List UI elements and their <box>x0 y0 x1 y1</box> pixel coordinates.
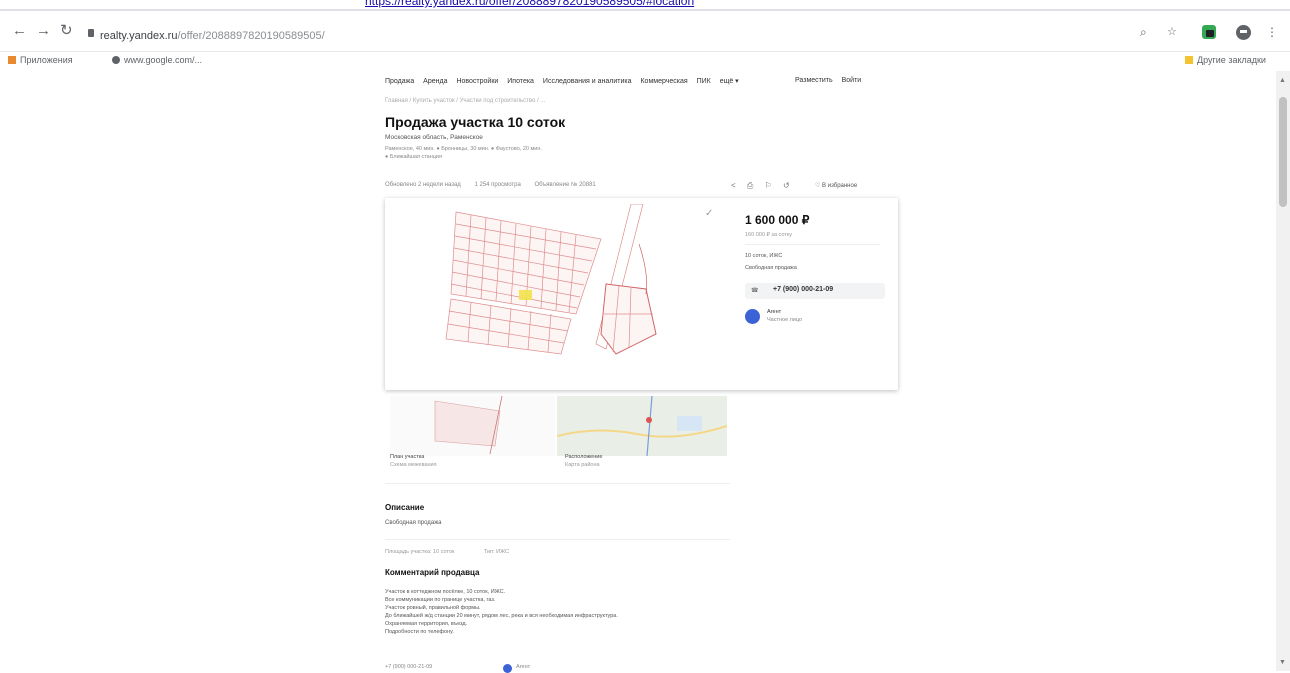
comment-heading: Комментарий продавца <box>385 568 480 577</box>
nav-item[interactable]: ещё ▾ <box>720 78 739 85</box>
browser-toolbar: ← → ↻ realty.yandex.ru/offer/20888978201… <box>0 11 1290 52</box>
place-ad-link[interactable]: Разместить <box>795 77 833 84</box>
map-thumbnail[interactable] <box>556 395 728 457</box>
description-text: Свободная продажа <box>385 520 442 526</box>
nav-item[interactable]: ПИК <box>697 78 711 85</box>
extension-icon[interactable] <box>1202 25 1216 39</box>
listing-card: ✓ 1 600 000 ₽ 160 000 ₽ за сотку 10 сото… <box>385 198 898 390</box>
avatar[interactable] <box>745 309 760 324</box>
google-icon <box>112 56 120 64</box>
page-title: Продажа участка 10 соток <box>385 114 566 130</box>
comment-line: Подробности по телефону. <box>385 629 454 635</box>
bottom-phone[interactable]: +7 (900) 000-21-09 <box>385 664 432 670</box>
bookmark-star-icon[interactable]: ☆ <box>1167 25 1177 38</box>
url-host: realty.yandex.ru <box>100 30 178 42</box>
show-phone-button[interactable]: ☎ +7 (900) 000-21-09 <box>745 283 885 299</box>
seller-type: Частное лицо <box>767 317 803 323</box>
report-icon[interactable]: ⚐ <box>765 181 772 190</box>
share-icon[interactable]: < <box>731 181 736 190</box>
property-area: Площадь участка: 10 соток <box>385 549 455 555</box>
description-heading: Описание <box>385 503 425 512</box>
thumbnail-label: Расположение <box>565 454 603 460</box>
url-link[interactable]: https://realty.yandex.ru/offer/208889782… <box>365 0 694 8</box>
avatar[interactable] <box>503 664 512 673</box>
seller-name[interactable]: Агент <box>767 309 781 315</box>
comment-line: Все коммуникации по границе участка, газ… <box>385 597 496 603</box>
comment-line: Охраняемая территория, въезд. <box>385 621 468 627</box>
heart-icon: ♡ <box>815 183 823 189</box>
offer-id-text: Объявление № 20881 <box>534 182 596 188</box>
site-nav: Продажа Аренда Новостройки Ипотека Иссле… <box>385 77 746 85</box>
map-thumbnail-image <box>556 395 728 457</box>
cadastral-plan-image[interactable] <box>391 204 728 384</box>
site-nav-right: Разместить Войти <box>795 77 868 84</box>
comment-line: До ближайшей ж/д станции 20 минут, рядом… <box>385 613 618 619</box>
scrollbar[interactable]: ▲ ▼ <box>1276 71 1290 671</box>
login-link[interactable]: Войти <box>842 77 862 84</box>
scroll-up-icon[interactable]: ▲ <box>1279 77 1286 84</box>
listing-meta: Обновлено 2 недели назад 1 254 просмотра… <box>385 182 608 188</box>
nav-item[interactable]: Коммерческая <box>640 78 687 85</box>
check-icon[interactable]: ✓ <box>705 208 713 219</box>
nav-item[interactable]: Исследования и аналитика <box>543 78 632 85</box>
comment-line: Участок в коттеджном посёлке, 10 соток, … <box>385 589 506 595</box>
bookmark-google-label: www.google.com/... <box>124 55 203 65</box>
thumbnail-sub: Схема межевания <box>390 462 437 468</box>
property-details: Площадь участка: 10 соток Тип: ИЖС <box>385 549 537 555</box>
price-value: 1 600 000 ₽ <box>745 213 810 227</box>
print-icon[interactable]: ⎙ <box>747 181 753 190</box>
updated-text: Обновлено 2 недели назад <box>385 182 461 188</box>
thumbnail-sub: Карта района <box>565 462 600 468</box>
bookmark-google[interactable]: www.google.com/... <box>112 55 202 65</box>
property-type: Тип: ИЖС <box>483 549 510 555</box>
divider <box>745 244 880 245</box>
address-text: Московская область, Раменское <box>385 134 483 141</box>
profile-icon[interactable] <box>1236 25 1251 40</box>
breadcrumb[interactable]: Главная / Купить участок / Участки под с… <box>385 98 545 104</box>
lock-icon[interactable] <box>88 29 94 37</box>
folder-icon <box>1185 56 1193 64</box>
nav-item[interactable]: Новостройки <box>456 78 498 85</box>
price-per-unit: 160 000 ₽ за сотку <box>745 232 793 238</box>
bookmark-apps-label: Приложения <box>20 55 73 65</box>
address-bar[interactable]: realty.yandex.ru/offer/20888978201905895… <box>100 30 325 42</box>
thumbnail-label: План участка <box>390 454 425 460</box>
action-icons: < ⎙ ⚐ ↺ <box>731 181 799 191</box>
refresh-icon[interactable]: ↺ <box>783 181 790 190</box>
url-path: /offer/2088897820190589505/ <box>177 30 325 42</box>
bookmarks-bar: Приложения www.google.com/... Другие зак… <box>0 52 1290 70</box>
deal-type: Свободная продажа <box>745 265 797 271</box>
favorite-label: В избранное <box>822 183 858 189</box>
nav-item[interactable]: Аренда <box>423 78 447 85</box>
plan-thumbnail[interactable] <box>390 395 555 456</box>
views-text: 1 254 просмотра <box>474 182 521 188</box>
bottom-seller-name[interactable]: Агент <box>516 664 530 670</box>
other-bookmarks[interactable]: Другие закладки <box>1185 55 1266 65</box>
back-icon[interactable]: ← <box>12 23 27 39</box>
apps-icon <box>8 56 16 64</box>
other-bookmarks-label: Другие закладки <box>1197 55 1266 65</box>
nav-item[interactable]: Ипотека <box>507 78 534 85</box>
phone-number: +7 (900) 000-21-09 <box>773 286 834 293</box>
divider <box>385 483 730 484</box>
lot-info: 10 соток, ИЖС <box>745 253 783 259</box>
page-content: Продажа Аренда Новостройки Ипотека Иссле… <box>0 71 1290 673</box>
search-icon[interactable]: ⌕ <box>1140 25 1147 40</box>
phone-icon: ☎ <box>751 288 759 294</box>
bookmark-apps[interactable]: Приложения <box>8 55 73 65</box>
forward-icon[interactable]: → <box>36 23 51 39</box>
favorite-button[interactable]: ♡ В избранное <box>815 182 857 189</box>
nav-item[interactable]: Продажа <box>385 78 414 85</box>
menu-icon[interactable]: ⋮ <box>1266 25 1278 39</box>
metro-line: Раменское, 40 мин. ● Бронницы, 30 мин. ●… <box>385 146 542 152</box>
plan-thumbnail-image <box>434 395 503 455</box>
media-thumbnails: План участка Схема межевания Расположени… <box>385 391 730 476</box>
scrollbar-thumb[interactable] <box>1279 97 1287 207</box>
reload-icon[interactable]: ↻ <box>60 23 73 39</box>
top-url-text[interactable]: https://realty.yandex.ru/offer/208889782… <box>0 0 1290 9</box>
divider <box>385 539 730 540</box>
comment-line: Участок ровный, правильной формы. <box>385 605 481 611</box>
scroll-down-icon[interactable]: ▼ <box>1279 659 1286 666</box>
metro-line: ● Ближайшая станция <box>385 154 442 160</box>
